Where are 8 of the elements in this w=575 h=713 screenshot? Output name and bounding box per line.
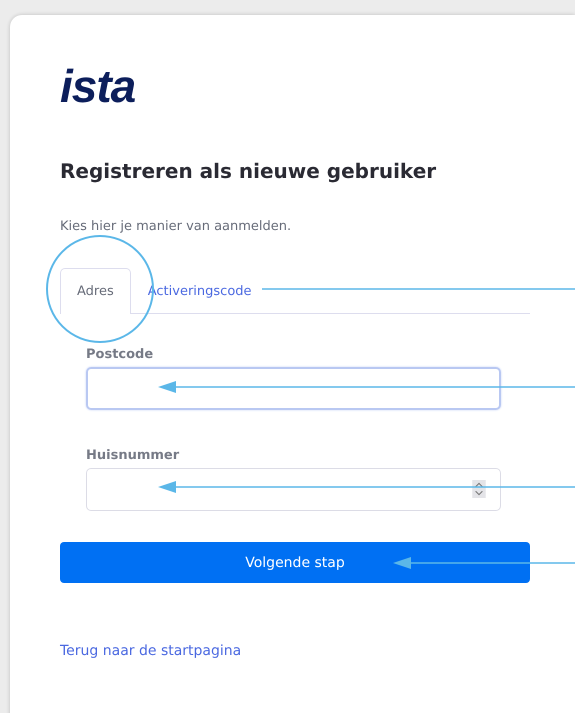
- field-label: Huisnummer: [86, 448, 180, 463]
- tab[interactable]: Adres: [60, 268, 131, 314]
- field-label: Postcode: [86, 347, 154, 362]
- next-step-button[interactable]: Volgende stap: [60, 542, 530, 583]
- logo: ista: [60, 63, 136, 109]
- back-link[interactable]: Terug naar de startpagina: [60, 643, 242, 659]
- instruction-text: Kies hier je manier van aanmelden.: [60, 219, 292, 234]
- page-heading: Registreren als nieuwe gebruiker: [60, 159, 438, 183]
